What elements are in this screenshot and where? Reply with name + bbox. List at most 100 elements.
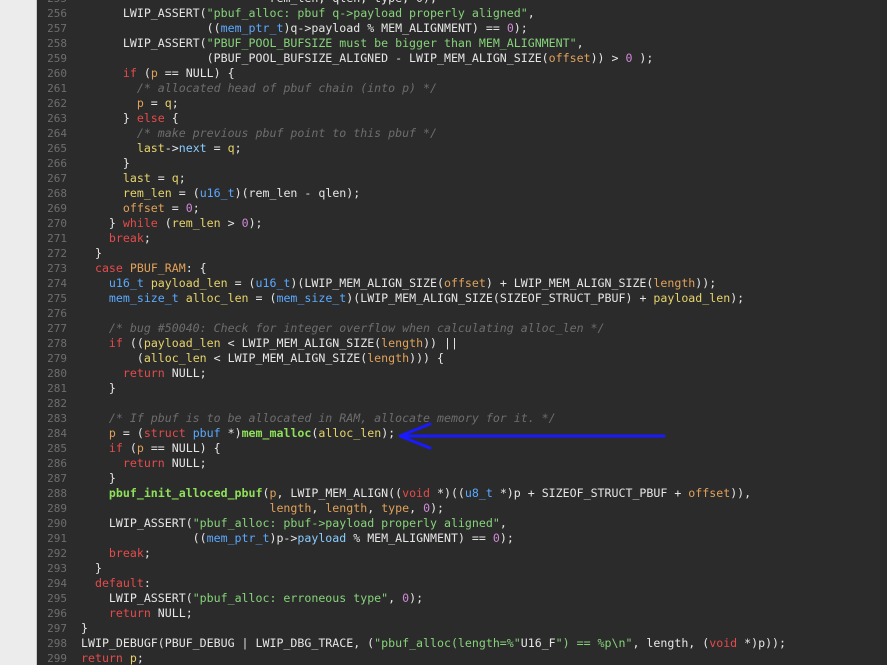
code-line: 276 bbox=[37, 306, 887, 321]
code-token: type bbox=[381, 501, 410, 515]
code-text: } while (rem_len > 0); bbox=[81, 216, 263, 231]
code-token: next bbox=[178, 141, 207, 155]
code-token: (PBUF_POOL_BUFSIZE_ALIGNED - LWIP_MEM_AL… bbox=[81, 51, 549, 65]
code-token: 0 bbox=[185, 201, 193, 215]
code-token: /* bug #50040: Check for integer overflo… bbox=[81, 321, 605, 335]
code-token: )q->payload % MEM_ALIGNMENT) == bbox=[283, 21, 507, 35]
code-text: if (p == NULL) { bbox=[81, 441, 221, 456]
code-token: )(rem_len - qlen); bbox=[234, 186, 361, 200]
code-text: /* bug #50040: Check for integer overflo… bbox=[81, 321, 605, 336]
code-line: 293 } bbox=[37, 561, 887, 576]
code-token: ); bbox=[381, 426, 396, 440]
code-text: p = (struct pbuf *)mem_malloc(alloc_len)… bbox=[81, 426, 395, 441]
code-token: alloc_len bbox=[185, 291, 249, 305]
code-line: 287 } bbox=[37, 471, 887, 486]
code-token: } bbox=[81, 621, 88, 635]
code-token: 0 bbox=[241, 216, 249, 230]
code-token: ); bbox=[632, 51, 654, 65]
code-token: ( bbox=[136, 66, 151, 80]
code-token: payload bbox=[297, 531, 347, 545]
code-token: "pbuf_alloc(length=%" bbox=[374, 636, 521, 650]
code-line: 294 default: bbox=[37, 576, 887, 591]
code-token: if bbox=[108, 336, 123, 350]
code-token: q bbox=[171, 171, 179, 185]
line-number: 275 bbox=[47, 292, 67, 305]
code-token: p bbox=[136, 441, 144, 455]
code-text: (PBUF_POOL_BUFSIZE_ALIGNED - LWIP_MEM_AL… bbox=[81, 51, 654, 66]
code-token: == NULL) { bbox=[157, 66, 235, 80]
line-number: 268 bbox=[47, 187, 67, 200]
code-line: 288 pbuf_init_alloced_pbuf(p, LWIP_MEM_A… bbox=[37, 486, 887, 501]
code-token: case bbox=[94, 261, 123, 275]
code-token: offset bbox=[443, 276, 486, 290]
code-text: last = q; bbox=[81, 171, 186, 186]
code-token: offset bbox=[548, 51, 591, 65]
code-token: , bbox=[388, 591, 403, 605]
line-number: 256 bbox=[47, 7, 67, 20]
code-text: (alloc_len < LWIP_MEM_ALIGN_SIZE(length)… bbox=[81, 351, 444, 366]
code-token: "pbuf_alloc: pbuf q->payload properly al… bbox=[206, 6, 528, 20]
code-text: ((mem_ptr_t)q->payload % MEM_ALIGNMENT) … bbox=[81, 21, 528, 36]
code-token: NULL; bbox=[164, 366, 207, 380]
line-number: 294 bbox=[47, 577, 67, 590]
code-token: payload_len bbox=[653, 291, 731, 305]
code-line: 257 ((mem_ptr_t)q->payload % MEM_ALIGNME… bbox=[37, 21, 887, 36]
line-number: 269 bbox=[47, 202, 67, 215]
code-token: 0 bbox=[506, 21, 514, 35]
line-number: 289 bbox=[47, 502, 67, 515]
code-token: = ( bbox=[248, 291, 277, 305]
code-area[interactable]: 255 rem_len, qlen, type, 0);256 LWIP_ASS… bbox=[37, 0, 887, 665]
code-token: default bbox=[94, 576, 144, 590]
line-number: 274 bbox=[47, 277, 67, 290]
code-token: return bbox=[81, 651, 123, 665]
code-token: , bbox=[576, 36, 584, 50]
code-token: length bbox=[653, 276, 696, 290]
code-text: if ((payload_len < LWIP_MEM_ALIGN_SIZE(l… bbox=[81, 336, 458, 351]
code-token: } bbox=[81, 561, 102, 575]
code-token: 0 bbox=[423, 501, 431, 515]
code-token: struct bbox=[143, 426, 186, 440]
line-number: 286 bbox=[47, 457, 67, 470]
code-token: else bbox=[136, 111, 165, 125]
code-line: 266 } bbox=[37, 156, 887, 171]
code-token: U16_F bbox=[520, 636, 556, 650]
code-token: = ( bbox=[115, 426, 144, 440]
code-line: 295 LWIP_ASSERT("pbuf_alloc: erroneous t… bbox=[37, 591, 887, 606]
code-text: return NULL; bbox=[81, 456, 207, 471]
code-text: LWIP_ASSERT("PBUF_POOL_BUFSIZE must be b… bbox=[81, 36, 584, 51]
code-line: 278 if ((payload_len < LWIP_MEM_ALIGN_SI… bbox=[37, 336, 887, 351]
line-number: 276 bbox=[47, 307, 67, 320]
code-line: 281 } bbox=[37, 381, 887, 396]
code-token: rem_len bbox=[171, 216, 221, 230]
code-token: /* allocated head of pbuf chain (into p)… bbox=[81, 81, 437, 95]
code-token: , LWIP_MEM_ALIGN(( bbox=[276, 486, 403, 500]
code-line: 261 /* allocated head of pbuf chain (int… bbox=[37, 81, 887, 96]
code-token: , bbox=[527, 6, 535, 20]
code-line: 285 if (p == NULL) { bbox=[37, 441, 887, 456]
code-token: if bbox=[122, 66, 137, 80]
code-token: void bbox=[709, 636, 738, 650]
code-text: ((mem_ptr_t)p->payload % MEM_ALIGNMENT) … bbox=[81, 531, 514, 546]
line-number: 293 bbox=[47, 562, 67, 575]
code-line: 283 /* If pbuf is to be allocated in RAM… bbox=[37, 411, 887, 426]
code-token: , bbox=[499, 516, 507, 530]
line-number: 257 bbox=[47, 22, 67, 35]
code-token: 0 bbox=[492, 531, 500, 545]
code-token: if bbox=[108, 441, 123, 455]
line-number: 263 bbox=[47, 112, 67, 125]
code-token: break bbox=[108, 546, 144, 560]
code-token: "PBUF_POOL_BUFSIZE must be bigger than M… bbox=[206, 36, 577, 50]
code-line: 258 LWIP_ASSERT("PBUF_POOL_BUFSIZE must … bbox=[37, 36, 887, 51]
code-token: ; bbox=[143, 546, 151, 560]
code-token: payload_len bbox=[150, 276, 228, 290]
code-token: "pbuf_alloc: pbuf->payload properly alig… bbox=[192, 516, 500, 530]
code-token: = ( bbox=[227, 276, 256, 290]
line-number: 261 bbox=[47, 82, 67, 95]
line-number: 298 bbox=[47, 637, 67, 650]
code-token: /* make previous pbuf point to this pbuf… bbox=[81, 126, 437, 140]
code-token: last bbox=[136, 141, 165, 155]
